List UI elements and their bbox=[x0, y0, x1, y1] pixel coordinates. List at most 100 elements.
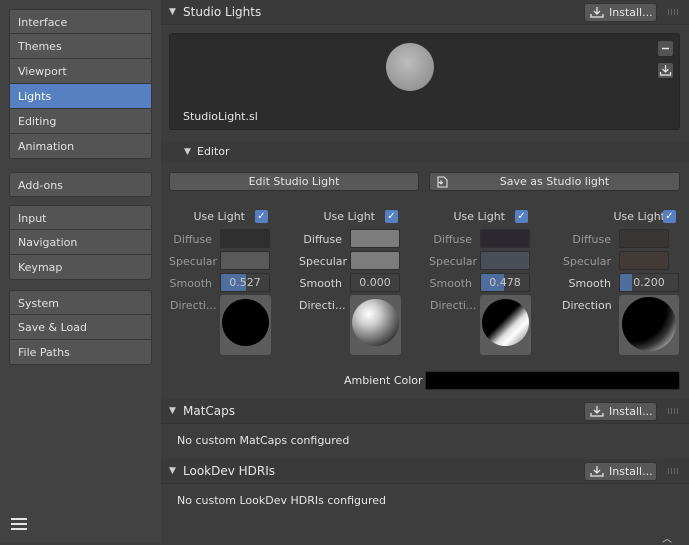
studio-light-filename: StudioLight.sl bbox=[183, 110, 258, 123]
direction-sphere bbox=[222, 299, 269, 346]
download-icon bbox=[590, 7, 604, 18]
smooth-slider[interactable]: 0.527 bbox=[220, 273, 270, 292]
nav-group-main: Interface Themes Viewport Lights Editing… bbox=[9, 9, 152, 159]
use-light-checkbox[interactable]: ✓ bbox=[255, 210, 268, 223]
smooth-value: 0.478 bbox=[489, 276, 521, 289]
sidebar-item-save-load[interactable]: Save & Load bbox=[9, 315, 152, 340]
lookdev-header[interactable]: ▼ LookDev HDRIs Install... bbox=[161, 459, 689, 484]
sidebar-item-keymap[interactable]: Keymap bbox=[9, 255, 152, 280]
use-light-label: Use Light bbox=[323, 210, 376, 223]
diffuse-label: Diffuse bbox=[572, 233, 611, 246]
smooth-value: 0.200 bbox=[633, 276, 665, 289]
smooth-label: Smooth bbox=[299, 277, 342, 290]
expand-triangle-icon[interactable]: ▼ bbox=[169, 466, 176, 476]
drag-grip-icon[interactable] bbox=[668, 9, 680, 15]
sidebar-item-file-paths[interactable]: File Paths bbox=[9, 340, 152, 365]
specular-color-swatch[interactable] bbox=[480, 251, 530, 270]
drag-grip-icon[interactable] bbox=[668, 468, 680, 474]
ambient-color-swatch[interactable] bbox=[425, 371, 680, 390]
light-column-1: Use Light ✓ Diffuse Specular Smooth 0.52… bbox=[169, 206, 299, 366]
direction-label: Directi... bbox=[299, 299, 346, 312]
editor-title: Editor bbox=[197, 145, 230, 158]
nav-group-addons: Add-ons bbox=[9, 172, 152, 197]
use-light-label: Use Light bbox=[453, 210, 506, 223]
matcaps-install-button[interactable]: Install... bbox=[584, 402, 657, 421]
drag-grip-icon[interactable] bbox=[668, 408, 680, 414]
direction-widget[interactable] bbox=[619, 295, 679, 355]
studio-lights-title: Studio Lights bbox=[183, 5, 262, 19]
use-light-checkbox[interactable]: ✓ bbox=[515, 210, 528, 223]
light-column-2: Use Light ✓ Diffuse Specular Smooth 0.00… bbox=[299, 206, 429, 366]
edit-studio-light-button[interactable]: Edit Studio Light bbox=[169, 172, 419, 191]
editor-subpanel-header[interactable]: ▼ Editor bbox=[161, 141, 689, 163]
specular-label: Specular bbox=[429, 255, 478, 268]
download-icon bbox=[590, 466, 604, 477]
expand-triangle-icon[interactable]: ▼ bbox=[169, 7, 176, 17]
direction-label: Directi... bbox=[430, 299, 477, 312]
install-label: Install... bbox=[609, 465, 653, 478]
light-column-3: Use Light ✓ Diffuse Specular Smooth 0.47… bbox=[429, 206, 559, 366]
specular-color-swatch[interactable] bbox=[350, 251, 400, 270]
save-file-icon bbox=[437, 176, 448, 188]
direction-sphere bbox=[352, 299, 399, 346]
specular-label: Specular bbox=[169, 255, 218, 268]
sidebar-item-editing[interactable]: Editing bbox=[9, 109, 152, 134]
diffuse-color-swatch[interactable] bbox=[480, 229, 530, 248]
sidebar-item-system[interactable]: System bbox=[9, 290, 152, 315]
lookdev-install-button[interactable]: Install... bbox=[584, 462, 657, 481]
sidebar-item-animation[interactable]: Animation bbox=[9, 134, 152, 159]
smooth-slider[interactable]: 0.478 bbox=[480, 273, 530, 292]
download-icon bbox=[590, 406, 604, 417]
sidebar-item-themes[interactable]: Themes bbox=[9, 34, 152, 59]
sidebar-item-input[interactable]: Input bbox=[9, 205, 152, 230]
diffuse-label: Diffuse bbox=[303, 233, 342, 246]
save-as-studio-light-button[interactable]: Save as Studio light bbox=[429, 172, 680, 191]
expand-triangle-icon[interactable]: ▼ bbox=[184, 147, 191, 157]
diffuse-color-swatch[interactable] bbox=[619, 229, 669, 248]
direction-widget[interactable] bbox=[220, 295, 271, 355]
specular-color-swatch[interactable] bbox=[619, 251, 669, 270]
smooth-slider[interactable]: 0.200 bbox=[619, 273, 679, 292]
specular-label: Specular bbox=[562, 255, 611, 268]
studio-lights-install-button[interactable]: Install... bbox=[584, 3, 657, 22]
specular-color-swatch[interactable] bbox=[220, 251, 270, 270]
studio-light-preview[interactable]: StudioLight.sl bbox=[169, 33, 680, 130]
export-button[interactable] bbox=[657, 62, 674, 79]
diffuse-label: Diffuse bbox=[173, 233, 212, 246]
studio-lights-header[interactable]: ▼ Studio Lights Install... bbox=[161, 0, 689, 25]
smooth-label: Smooth bbox=[568, 277, 611, 290]
use-light-checkbox[interactable]: ✓ bbox=[663, 210, 676, 223]
diffuse-color-swatch[interactable] bbox=[350, 229, 400, 248]
smooth-slider[interactable]: 0.000 bbox=[350, 273, 400, 292]
light-column-4: Use Light ✓ Diffuse Specular Smooth 0.20… bbox=[559, 206, 689, 366]
nav-group-input: Input Navigation Keymap bbox=[9, 205, 152, 280]
smooth-value: 0.527 bbox=[229, 276, 261, 289]
sidebar-item-interface[interactable]: Interface bbox=[9, 9, 152, 34]
matcaps-empty-message: No custom MatCaps configured bbox=[177, 434, 350, 447]
direction-sphere bbox=[622, 297, 676, 351]
smooth-label: Smooth bbox=[429, 277, 472, 290]
ambient-color-label: Ambient Color bbox=[344, 374, 423, 387]
matcaps-header[interactable]: ▼ MatCaps Install... bbox=[161, 399, 689, 424]
sidebar-item-viewport[interactable]: Viewport bbox=[9, 59, 152, 84]
diffuse-label: Diffuse bbox=[433, 233, 472, 246]
specular-label: Specular bbox=[299, 255, 348, 268]
diffuse-color-swatch[interactable] bbox=[220, 229, 270, 248]
lookdev-title: LookDev HDRIs bbox=[183, 464, 276, 478]
studio-light-sphere bbox=[386, 43, 434, 91]
smooth-label: Smooth bbox=[169, 277, 212, 290]
hamburger-menu-icon[interactable] bbox=[11, 515, 27, 531]
remove-button[interactable] bbox=[657, 40, 674, 57]
direction-label: Direction bbox=[562, 299, 612, 312]
install-label: Install... bbox=[609, 6, 653, 19]
sidebar-item-lights[interactable]: Lights bbox=[9, 84, 152, 109]
sidebar-item-addons[interactable]: Add-ons bbox=[9, 172, 152, 197]
direction-widget[interactable] bbox=[480, 295, 531, 355]
use-light-label: Use Light bbox=[613, 210, 666, 223]
save-as-studio-light-label: Save as Studio light bbox=[499, 175, 610, 188]
use-light-checkbox[interactable]: ✓ bbox=[385, 210, 398, 223]
sidebar-item-navigation[interactable]: Navigation bbox=[9, 230, 152, 255]
direction-widget[interactable] bbox=[350, 295, 401, 355]
expand-triangle-icon[interactable]: ▼ bbox=[169, 406, 176, 416]
smooth-value: 0.000 bbox=[359, 276, 391, 289]
